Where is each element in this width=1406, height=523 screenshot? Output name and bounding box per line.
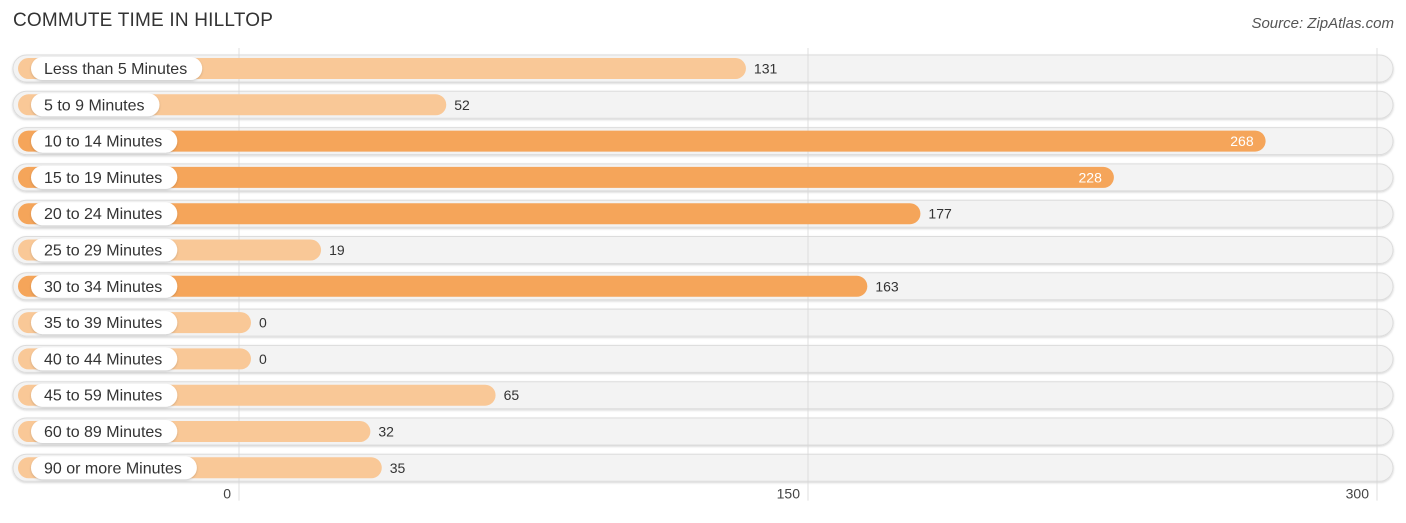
category-label: 45 to 59 Minutes — [44, 388, 162, 405]
category-label: 40 to 44 Minutes — [44, 351, 162, 368]
category-label: 30 to 34 Minutes — [44, 279, 162, 296]
value-label: 177 — [928, 206, 952, 222]
bar-row: 25 to 29 Minutes 19 — [18, 238, 345, 262]
bar-row: 40 to 44 Minutes 0 — [18, 347, 267, 371]
bar-row: 60 to 89 Minutes 32 — [18, 420, 394, 443]
category-label: 25 to 29 Minutes — [44, 243, 162, 260]
category-label: 20 to 24 Minutes — [44, 206, 162, 223]
value-label: 0 — [259, 351, 267, 367]
category-label: 35 to 39 Minutes — [44, 315, 162, 332]
value-label: 52 — [454, 97, 470, 113]
value-label: 268 — [1230, 133, 1254, 149]
bar-row: 20 to 24 Minutes 177 — [18, 202, 952, 226]
bar-row: 45 to 59 Minutes 65 — [18, 383, 520, 407]
bar-row: 10 to 14 Minutes 268 — [18, 129, 1266, 153]
category-label: 10 to 14 Minutes — [44, 134, 162, 151]
bar-row: 90 or more Minutes 35 — [18, 456, 406, 480]
value-label: 32 — [378, 424, 394, 440]
bar-row: 5 to 9 Minutes 52 — [18, 93, 470, 117]
bar-chart: Less than 5 Minutes 131 5 to 9 Minutes 52 10… — [12, 48, 1394, 502]
value-label: 19 — [329, 242, 345, 258]
x-tick-label: 300 — [1346, 486, 1370, 502]
value-label: 65 — [504, 387, 520, 403]
bar-row: 15 to 19 Minutes 228 — [18, 165, 1114, 189]
value-label: 35 — [390, 460, 406, 476]
x-tick-label: 0 — [223, 486, 231, 502]
category-label: 90 or more Minutes — [44, 460, 182, 477]
category-label: 15 to 19 Minutes — [44, 170, 162, 187]
bar-row: Less than 5 Minutes 131 — [18, 57, 777, 80]
category-label: Less than 5 Minutes — [44, 61, 187, 78]
bar-row: 30 to 34 Minutes 163 — [18, 274, 899, 298]
bar — [18, 130, 1266, 152]
value-label: 0 — [259, 315, 267, 331]
value-label: 163 — [875, 278, 899, 294]
category-label: 60 to 89 Minutes — [44, 424, 162, 441]
bar — [18, 166, 1114, 188]
bar-row: 35 to 39 Minutes 0 — [18, 311, 267, 335]
category-label: 5 to 9 Minutes — [44, 97, 145, 114]
value-label: 131 — [754, 61, 778, 77]
x-tick-label: 150 — [777, 486, 801, 502]
value-label: 228 — [1079, 169, 1103, 185]
